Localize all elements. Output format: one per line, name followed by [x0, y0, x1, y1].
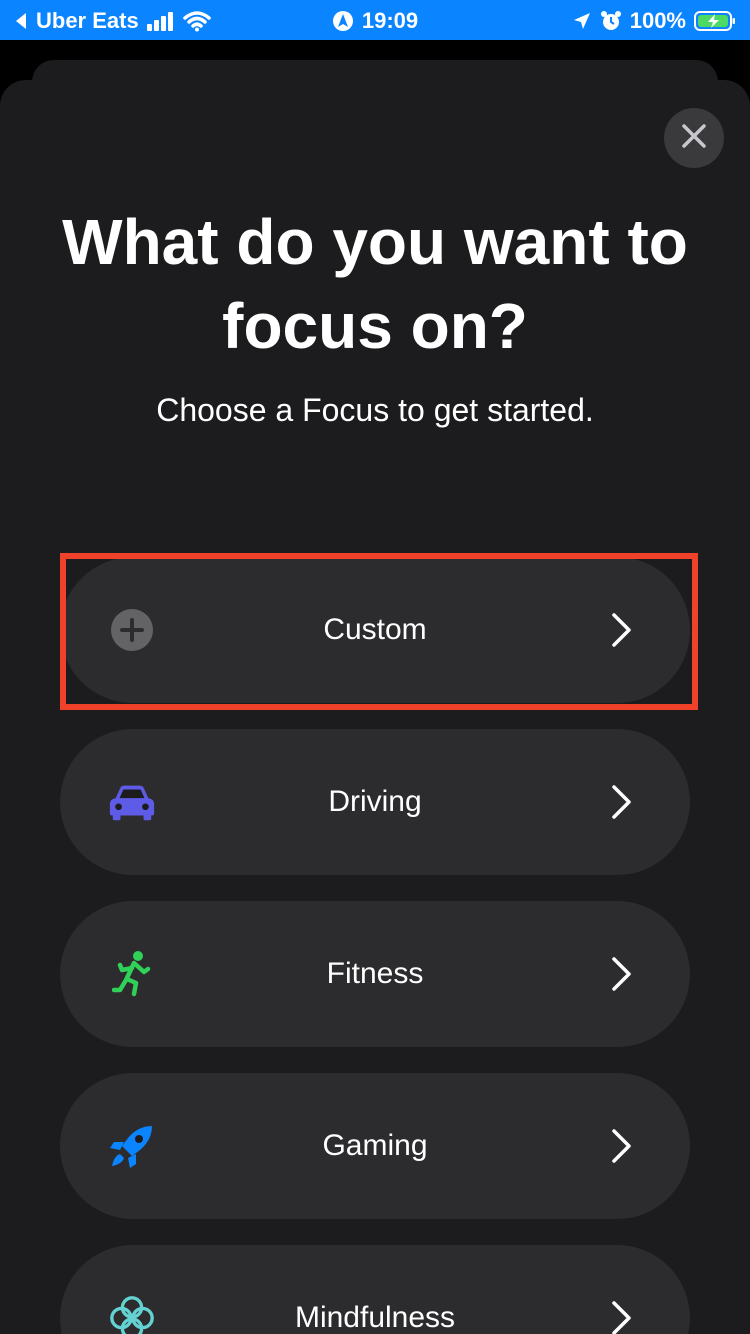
- time-label: 19:09: [361, 8, 419, 33]
- status-right: 100%: [572, 8, 736, 34]
- title-line-1: What do you want to: [62, 206, 688, 278]
- focus-option-driving[interactable]: Driving: [60, 729, 690, 875]
- focus-option-fitness[interactable]: Fitness: [60, 901, 690, 1047]
- page-title: What do you want to focus on?: [40, 200, 710, 368]
- option-label: Mindfulness: [294, 1301, 456, 1334]
- location-icon: [572, 11, 592, 31]
- option-label: Driving: [328, 785, 422, 818]
- option-label: Gaming: [322, 1129, 428, 1162]
- option-label: Custom: [323, 613, 427, 646]
- alarm-icon: [600, 10, 622, 32]
- chevron-right-icon: [610, 783, 634, 821]
- focus-option-custom[interactable]: Custom: [60, 557, 690, 703]
- focus-option-mindfulness[interactable]: Mindfulness: [60, 1245, 690, 1334]
- battery-charging-icon: [694, 10, 736, 32]
- close-button[interactable]: [664, 108, 724, 168]
- plus-circle-icon: [108, 606, 156, 654]
- chevron-right-icon: [610, 1127, 634, 1165]
- title-line-2: focus on?: [222, 290, 528, 362]
- chevron-right-icon: [610, 1299, 634, 1334]
- location-arrow-circle-icon: [332, 10, 354, 32]
- runner-icon: [108, 950, 156, 998]
- battery-percent: 100%: [629, 8, 686, 33]
- close-icon: [681, 123, 707, 154]
- car-icon: [108, 778, 156, 826]
- option-label: Fitness: [326, 957, 424, 990]
- chevron-right-icon: [610, 611, 634, 649]
- status-bar: Uber Eats 19:09 100%: [0, 0, 750, 40]
- flower-icon: [108, 1294, 156, 1334]
- page-subtitle: Choose a Focus to get started.: [156, 392, 594, 428]
- chevron-right-icon: [610, 955, 634, 993]
- focus-option-gaming[interactable]: Gaming: [60, 1073, 690, 1219]
- rocket-icon: [108, 1122, 156, 1170]
